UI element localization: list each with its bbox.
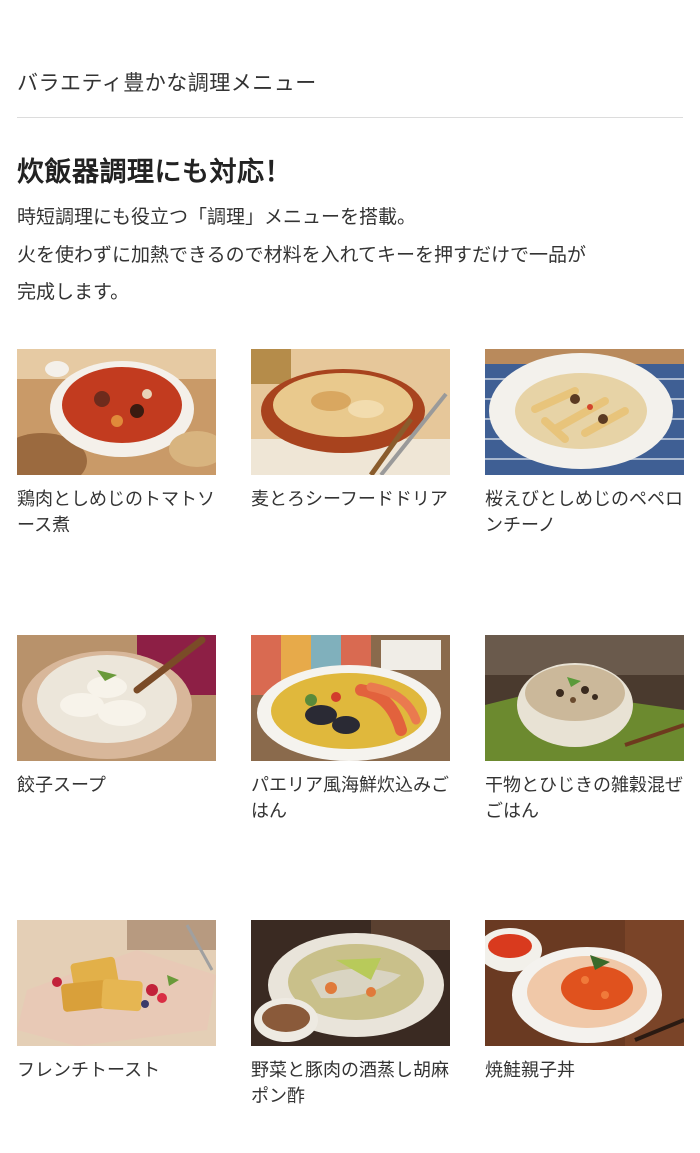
menu-photo-salmon-oyakodon	[485, 920, 684, 1046]
menu-photo-paella	[251, 635, 450, 761]
section-title: バラエティ豊かな調理メニュー	[17, 71, 317, 95]
description-line-3: 完成します。	[17, 281, 130, 303]
menu-caption: 焼鮭親子丼	[485, 1060, 575, 1081]
menu-caption: 野菜と豚肉の酒蒸し胡麻ポン酢	[251, 1060, 449, 1107]
menu-caption: 桜えびとしめじのペペロンチーノ	[485, 489, 683, 536]
menu-caption: パエリア風海鮮炊込みごはん	[251, 775, 449, 822]
headline: 炊飯器調理にも対応！	[17, 157, 292, 188]
menu-item-himono-rice: 干物とひじきの雑穀混ぜごはん	[485, 635, 684, 825]
menu-photo-seafood-doria	[251, 349, 450, 475]
menu-caption: フレンチトースト	[17, 1060, 161, 1081]
menu-item-paella: パエリア風海鮮炊込みごはん	[251, 635, 450, 825]
description: 時短調理にも役立つ「調理」メニューを搭載。 火を使わずに加熱できるので材料を入れ…	[17, 199, 687, 312]
description-line-1: 時短調理にも役立つ「調理」メニューを搭載。	[17, 206, 417, 228]
menu-item-seafood-doria: 麦とろシーフードドリア	[251, 349, 450, 513]
description-line-2: 火を使わずに加熱できるので材料を入れてキーを押すだけで一品が	[17, 243, 587, 266]
menu-caption: 餃子スープ	[17, 775, 106, 796]
menu-caption: 干物とひじきの雑穀混ぜごはん	[485, 775, 683, 822]
menu-caption: 麦とろシーフードドリア	[251, 489, 448, 510]
menu-photo-french-toast	[17, 920, 216, 1046]
section-divider	[17, 117, 683, 118]
menu-item-tomato-chicken: 鶏肉としめじのトマトソース煮	[17, 349, 216, 539]
menu-photo-tomato-chicken	[17, 349, 216, 475]
menu-item-salmon-oyakodon: 焼鮭親子丼	[485, 920, 684, 1084]
menu-item-gyoza-soup: 餃子スープ	[17, 635, 216, 799]
menu-caption: 鶏肉としめじのトマトソース煮	[17, 489, 215, 536]
menu-photo-pork-steamed	[251, 920, 450, 1046]
menu-item-french-toast: フレンチトースト	[17, 920, 216, 1084]
menu-photo-himono-rice	[485, 635, 684, 761]
menu-item-pork-steamed: 野菜と豚肉の酒蒸し胡麻ポン酢	[251, 920, 450, 1110]
menu-photo-gyoza-soup	[17, 635, 216, 761]
menu-item-peperoncino: 桜えびとしめじのペペロンチーノ	[485, 349, 684, 539]
menu-photo-peperoncino	[485, 349, 684, 475]
